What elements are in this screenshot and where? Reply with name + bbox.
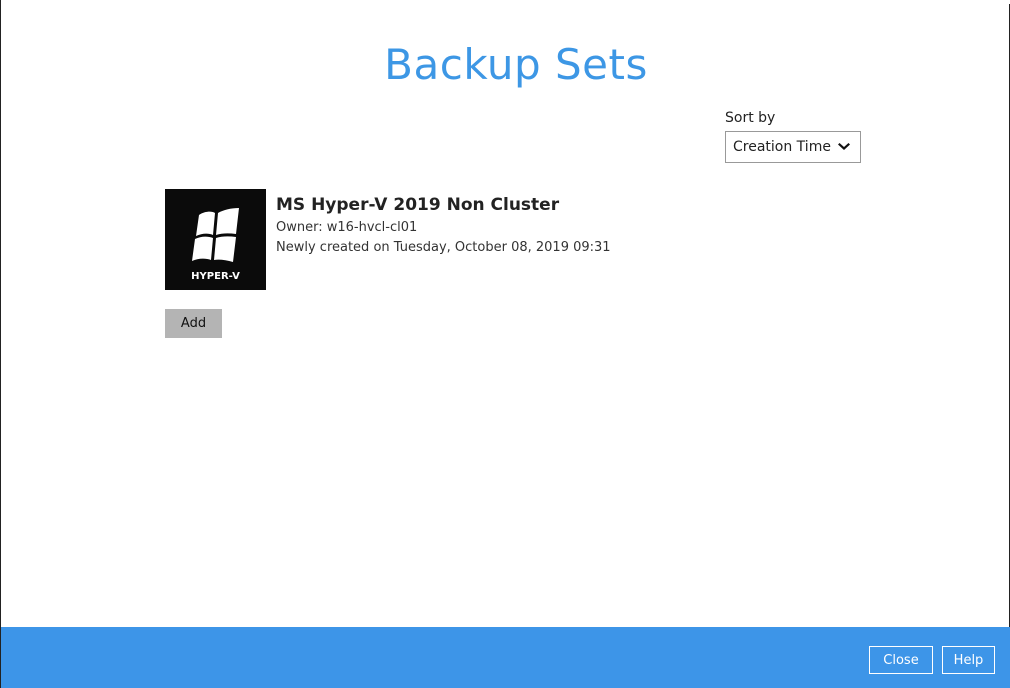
backup-set-name[interactable]: MS Hyper-V 2019 Non Cluster: [276, 195, 559, 215]
backup-set-item[interactable]: HYPER-V MS Hyper-V 2019 Non Cluster Owne…: [165, 189, 685, 290]
sort-by-dropdown[interactable]: Creation Time: [725, 131, 861, 163]
hyper-v-logo: HYPER-V: [165, 189, 266, 290]
close-button[interactable]: Close: [869, 646, 933, 674]
add-button[interactable]: Add: [165, 309, 222, 338]
backup-set-created: Newly created on Tuesday, October 08, 20…: [276, 240, 611, 255]
hyper-v-caption: HYPER-V: [191, 271, 240, 282]
backup-set-owner: Owner: w16-hvcl-cl01: [276, 220, 418, 235]
sort-by-label: Sort by: [725, 110, 776, 126]
chevron-down-icon: [838, 143, 850, 150]
help-button[interactable]: Help: [942, 646, 995, 674]
top-strip: [1, 0, 1010, 4]
footer-bar: Close Help: [1, 627, 1010, 688]
backup-sets-window: Backup Sets Sort by Creation Time HYPER-…: [0, 0, 1010, 688]
page-title: Backup Sets: [384, 40, 648, 89]
sort-by-selected-value: Creation Time: [733, 139, 831, 155]
